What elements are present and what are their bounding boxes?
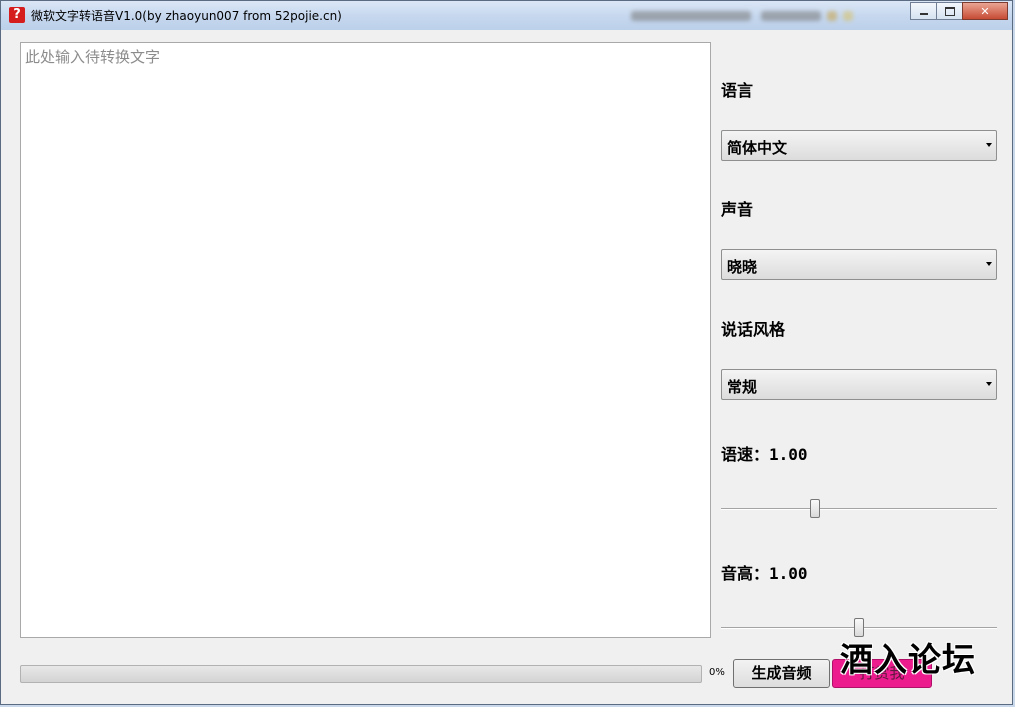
dropdown-arrow-icon	[986, 262, 992, 266]
text-input-area[interactable]	[20, 42, 711, 638]
pitch-label: 音高：1.00	[721, 564, 808, 583]
blurred-title-region	[631, 7, 861, 25]
window-controls: ✕	[910, 2, 1008, 20]
speed-slider-thumb[interactable]	[809, 499, 820, 518]
progress-bar	[20, 665, 702, 683]
speed-label: 语速：1.00	[721, 445, 808, 464]
generate-audio-button[interactable]: 生成音频	[733, 659, 830, 688]
language-select-value: 简体中文	[727, 139, 788, 157]
voice-label: 声音	[721, 200, 754, 219]
minimize-icon	[919, 13, 928, 15]
style-label: 说话风格	[721, 320, 786, 339]
language-select[interactable]: 简体中文	[721, 130, 997, 161]
dropdown-arrow-icon	[986, 382, 992, 386]
app-window: ? 微软文字转语音V1.0(by zhaoyun007 from 52pojie…	[0, 0, 1013, 705]
speed-slider[interactable]	[721, 497, 997, 521]
voice-select[interactable]: 晓晓	[721, 249, 997, 280]
question-mark-icon: ?	[9, 7, 25, 23]
forum-watermark: 酒入论坛	[840, 640, 976, 679]
title-bar[interactable]: ? 微软文字转语音V1.0(by zhaoyun007 from 52pojie…	[1, 1, 1012, 30]
close-icon: ✕	[980, 4, 990, 18]
close-button[interactable]: ✕	[962, 2, 1008, 20]
window-title: 微软文字转语音V1.0(by zhaoyun007 from 52pojie.c…	[31, 9, 342, 23]
maximize-icon	[944, 6, 955, 16]
maximize-button[interactable]	[936, 2, 963, 20]
progress-percent: 0%	[709, 667, 725, 678]
speed-slider-track	[721, 508, 997, 510]
language-label: 语言	[721, 81, 754, 100]
style-select[interactable]: 常规	[721, 369, 997, 400]
style-select-value: 常规	[727, 378, 758, 396]
minimize-button[interactable]	[910, 2, 937, 20]
voice-select-value: 晓晓	[727, 258, 758, 276]
dropdown-arrow-icon	[986, 143, 992, 147]
